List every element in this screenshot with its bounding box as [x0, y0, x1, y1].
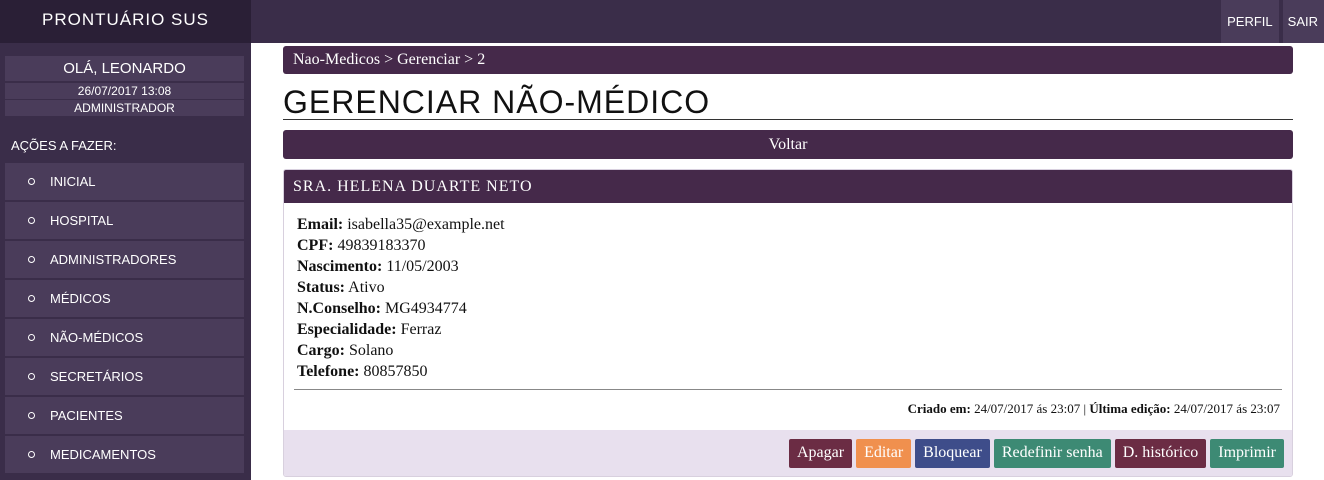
- sidebar-item-nao-medicos[interactable]: NÃO-MÉDICOS: [5, 319, 244, 356]
- field-value: Solano: [348, 342, 394, 359]
- field-label: Status:: [297, 279, 346, 296]
- card-body: Email: isabella35@example.net CPF: 49839…: [284, 203, 1292, 382]
- sidebar-item-medicos[interactable]: MÉDICOS: [5, 280, 244, 317]
- sidebar-item-medicamentos[interactable]: MEDICAMENTOS: [5, 436, 244, 473]
- sidebar-item-administradores[interactable]: ADMINISTRADORES: [5, 241, 244, 278]
- block-button[interactable]: Bloquear: [915, 438, 990, 468]
- card-title: SRA. HELENA DUARTE NETO: [284, 170, 1292, 203]
- field-cargo: Cargo: Solano: [297, 340, 1280, 361]
- field-telefone: Telefone: 80857850: [297, 361, 1280, 382]
- app-title[interactable]: PRONTUÁRIO SUS: [0, 0, 251, 43]
- field-value: Ativo: [348, 279, 385, 296]
- field-value: 49839183370: [337, 237, 426, 254]
- circle-bullet-icon: [28, 256, 35, 263]
- detail-card: SRA. HELENA DUARTE NETO Email: isabella3…: [283, 169, 1293, 477]
- circle-bullet-icon: [28, 295, 35, 302]
- top-nav: PERFIL SAIR: [1221, 0, 1324, 43]
- sidebar-item-label: ADMINISTRADORES: [50, 252, 177, 267]
- meta-separator: |: [1083, 401, 1087, 416]
- field-status: Status: Ativo: [297, 277, 1280, 298]
- main-content: Nao-Medicos > Gerenciar > 2 GERENCIAR NÃ…: [283, 46, 1293, 477]
- field-label: Nascimento:: [297, 258, 383, 275]
- sidebar-item-label: PACIENTES: [50, 408, 123, 423]
- top-bar: PRONTUÁRIO SUS PERFIL SAIR: [0, 0, 1324, 43]
- field-especialidade: Especialidade: Ferraz: [297, 319, 1280, 340]
- circle-bullet-icon: [28, 451, 35, 458]
- reset-password-button[interactable]: Redefinir senha: [993, 438, 1111, 468]
- field-value: MG4934774: [385, 300, 467, 317]
- sidebar-item-label: INICIAL: [50, 174, 96, 189]
- profile-link[interactable]: PERFIL: [1221, 0, 1279, 43]
- circle-bullet-icon: [28, 217, 35, 224]
- field-cpf: CPF: 49839183370: [297, 235, 1280, 256]
- edit-button[interactable]: Editar: [856, 438, 912, 468]
- user-datetime: 26/07/2017 13:08: [5, 83, 244, 99]
- history-button[interactable]: D. histórico: [1114, 438, 1207, 468]
- sidebar-item-inicial[interactable]: INICIAL: [5, 163, 244, 200]
- created-label: Criado em:: [907, 401, 971, 416]
- user-greeting: OLÁ, LEONARDO: [5, 56, 244, 81]
- circle-bullet-icon: [28, 178, 35, 185]
- user-role: ADMINISTRADOR: [5, 100, 244, 116]
- created-value: 24/07/2017 ás 23:07: [974, 401, 1081, 416]
- sidebar-menu: INICIAL HOSPITAL ADMINISTRADORES MÉDICOS…: [5, 163, 244, 475]
- actions-title: AÇÕES A FAZER:: [11, 138, 117, 153]
- sidebar: OLÁ, LEONARDO 26/07/2017 13:08 ADMINISTR…: [0, 43, 251, 480]
- circle-bullet-icon: [28, 373, 35, 380]
- print-button[interactable]: Imprimir: [1210, 438, 1284, 468]
- record-meta: Criado em: 24/07/2017 ás 23:07 | Última …: [284, 390, 1292, 430]
- sidebar-item-label: MÉDICOS: [50, 291, 111, 306]
- sidebar-item-label: HOSPITAL: [50, 213, 114, 228]
- breadcrumb[interactable]: Nao-Medicos > Gerenciar > 2: [283, 46, 1293, 74]
- field-label: Email:: [297, 216, 344, 233]
- field-label: CPF:: [297, 237, 334, 254]
- sidebar-item-label: MEDICAMENTOS: [50, 447, 156, 462]
- field-label: Telefone:: [297, 363, 360, 380]
- delete-button[interactable]: Apagar: [788, 438, 853, 468]
- field-nascimento: Nascimento: 11/05/2003: [297, 256, 1280, 277]
- field-label: Especialidade:: [297, 321, 397, 338]
- field-label: N.Conselho:: [297, 300, 382, 317]
- field-conselho: N.Conselho: MG4934774: [297, 298, 1280, 319]
- sidebar-item-pacientes[interactable]: PACIENTES: [5, 397, 244, 434]
- user-box: OLÁ, LEONARDO 26/07/2017 13:08 ADMINISTR…: [5, 56, 244, 117]
- circle-bullet-icon: [28, 412, 35, 419]
- field-value: Ferraz: [400, 321, 442, 338]
- field-value: 11/05/2003: [386, 258, 459, 275]
- field-label: Cargo:: [297, 342, 345, 359]
- sidebar-item-secretarios[interactable]: SECRETÁRIOS: [5, 358, 244, 395]
- sidebar-item-hospital[interactable]: HOSPITAL: [5, 202, 244, 239]
- edited-value: 24/07/2017 ás 23:07: [1173, 401, 1280, 416]
- field-email: Email: isabella35@example.net: [297, 214, 1280, 235]
- sidebar-item-label: NÃO-MÉDICOS: [50, 330, 144, 345]
- back-button[interactable]: Voltar: [283, 130, 1293, 159]
- field-value: 80857850: [363, 363, 428, 380]
- logout-link[interactable]: SAIR: [1282, 0, 1324, 43]
- field-value: isabella35@example.net: [347, 216, 505, 233]
- page-title: GERENCIAR NÃO-MÉDICO: [283, 84, 1293, 120]
- edited-label: Última edição:: [1089, 401, 1171, 416]
- sidebar-item-label: SECRETÁRIOS: [50, 369, 144, 384]
- card-actions: Apagar Editar Bloquear Redefinir senha D…: [284, 430, 1292, 476]
- circle-bullet-icon: [28, 334, 35, 341]
